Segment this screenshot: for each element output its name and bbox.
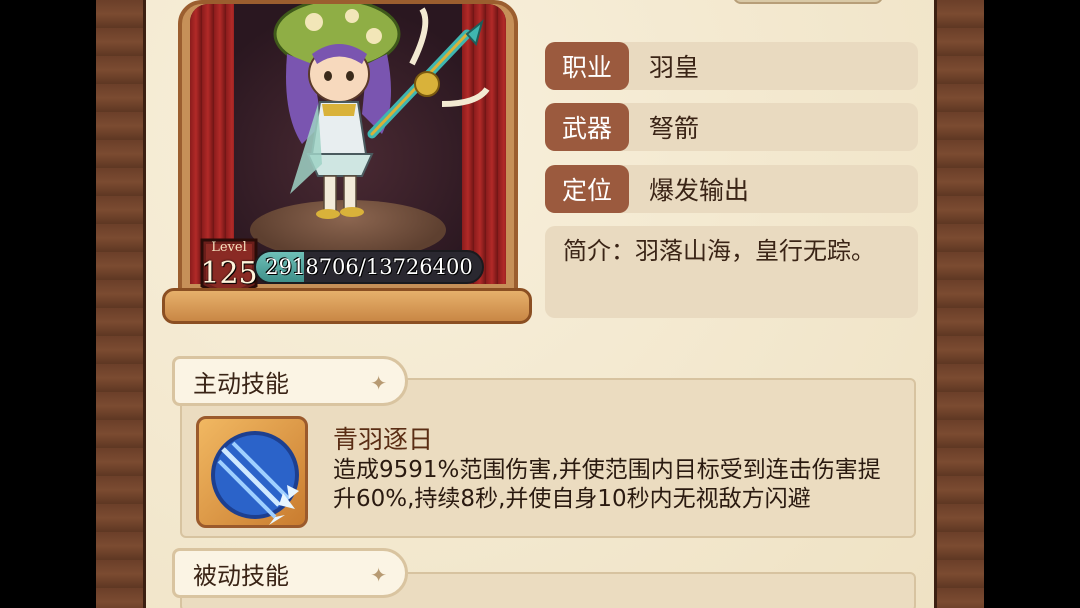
info-row-role: 定位 爆发输出 [545, 165, 918, 213]
role-value: 爆发输出 [649, 176, 750, 205]
info-row-class: 职业 羽皇 [545, 42, 918, 90]
sparkle-icon: ✦ [370, 371, 387, 395]
skill-name: 青羽逐日 [333, 425, 434, 454]
weapon-value: 弩箭 [649, 114, 700, 143]
passive-skill-tab[interactable]: 被动技能 ✦ [172, 548, 408, 598]
frame-left-edge [96, 0, 146, 608]
info-row-weapon: 武器 弩箭 [545, 103, 918, 151]
role-label: 定位 [545, 165, 629, 213]
level-number: 125 [200, 256, 258, 291]
weapon-label: 武器 [545, 103, 629, 151]
intro-text: 简介：羽落山海，皇行无踪。 [545, 226, 918, 318]
sparkle-icon: ✦ [370, 563, 387, 587]
hero-figure [273, 4, 490, 219]
portrait-base [162, 288, 532, 324]
exp-bar: 2918706/13726400 [254, 250, 484, 284]
active-skill-title: 主动技能 [193, 369, 289, 398]
skill-description: 造成9591%范围伤害,并使范围内目标受到连击伤害提升60%,持续8秒,并使自身… [333, 457, 881, 512]
top-tab[interactable] [733, 0, 883, 4]
passive-skill-title: 被动技能 [193, 561, 289, 590]
level-label: Level [211, 240, 247, 255]
arrow-volley-icon[interactable] [196, 416, 308, 528]
class-label: 职业 [545, 42, 629, 90]
frame-right-edge [934, 0, 984, 608]
class-value: 羽皇 [649, 53, 700, 82]
exp-text: 2918706/13726400 [265, 255, 473, 279]
active-skill-tab[interactable]: 主动技能 ✦ [172, 356, 408, 406]
